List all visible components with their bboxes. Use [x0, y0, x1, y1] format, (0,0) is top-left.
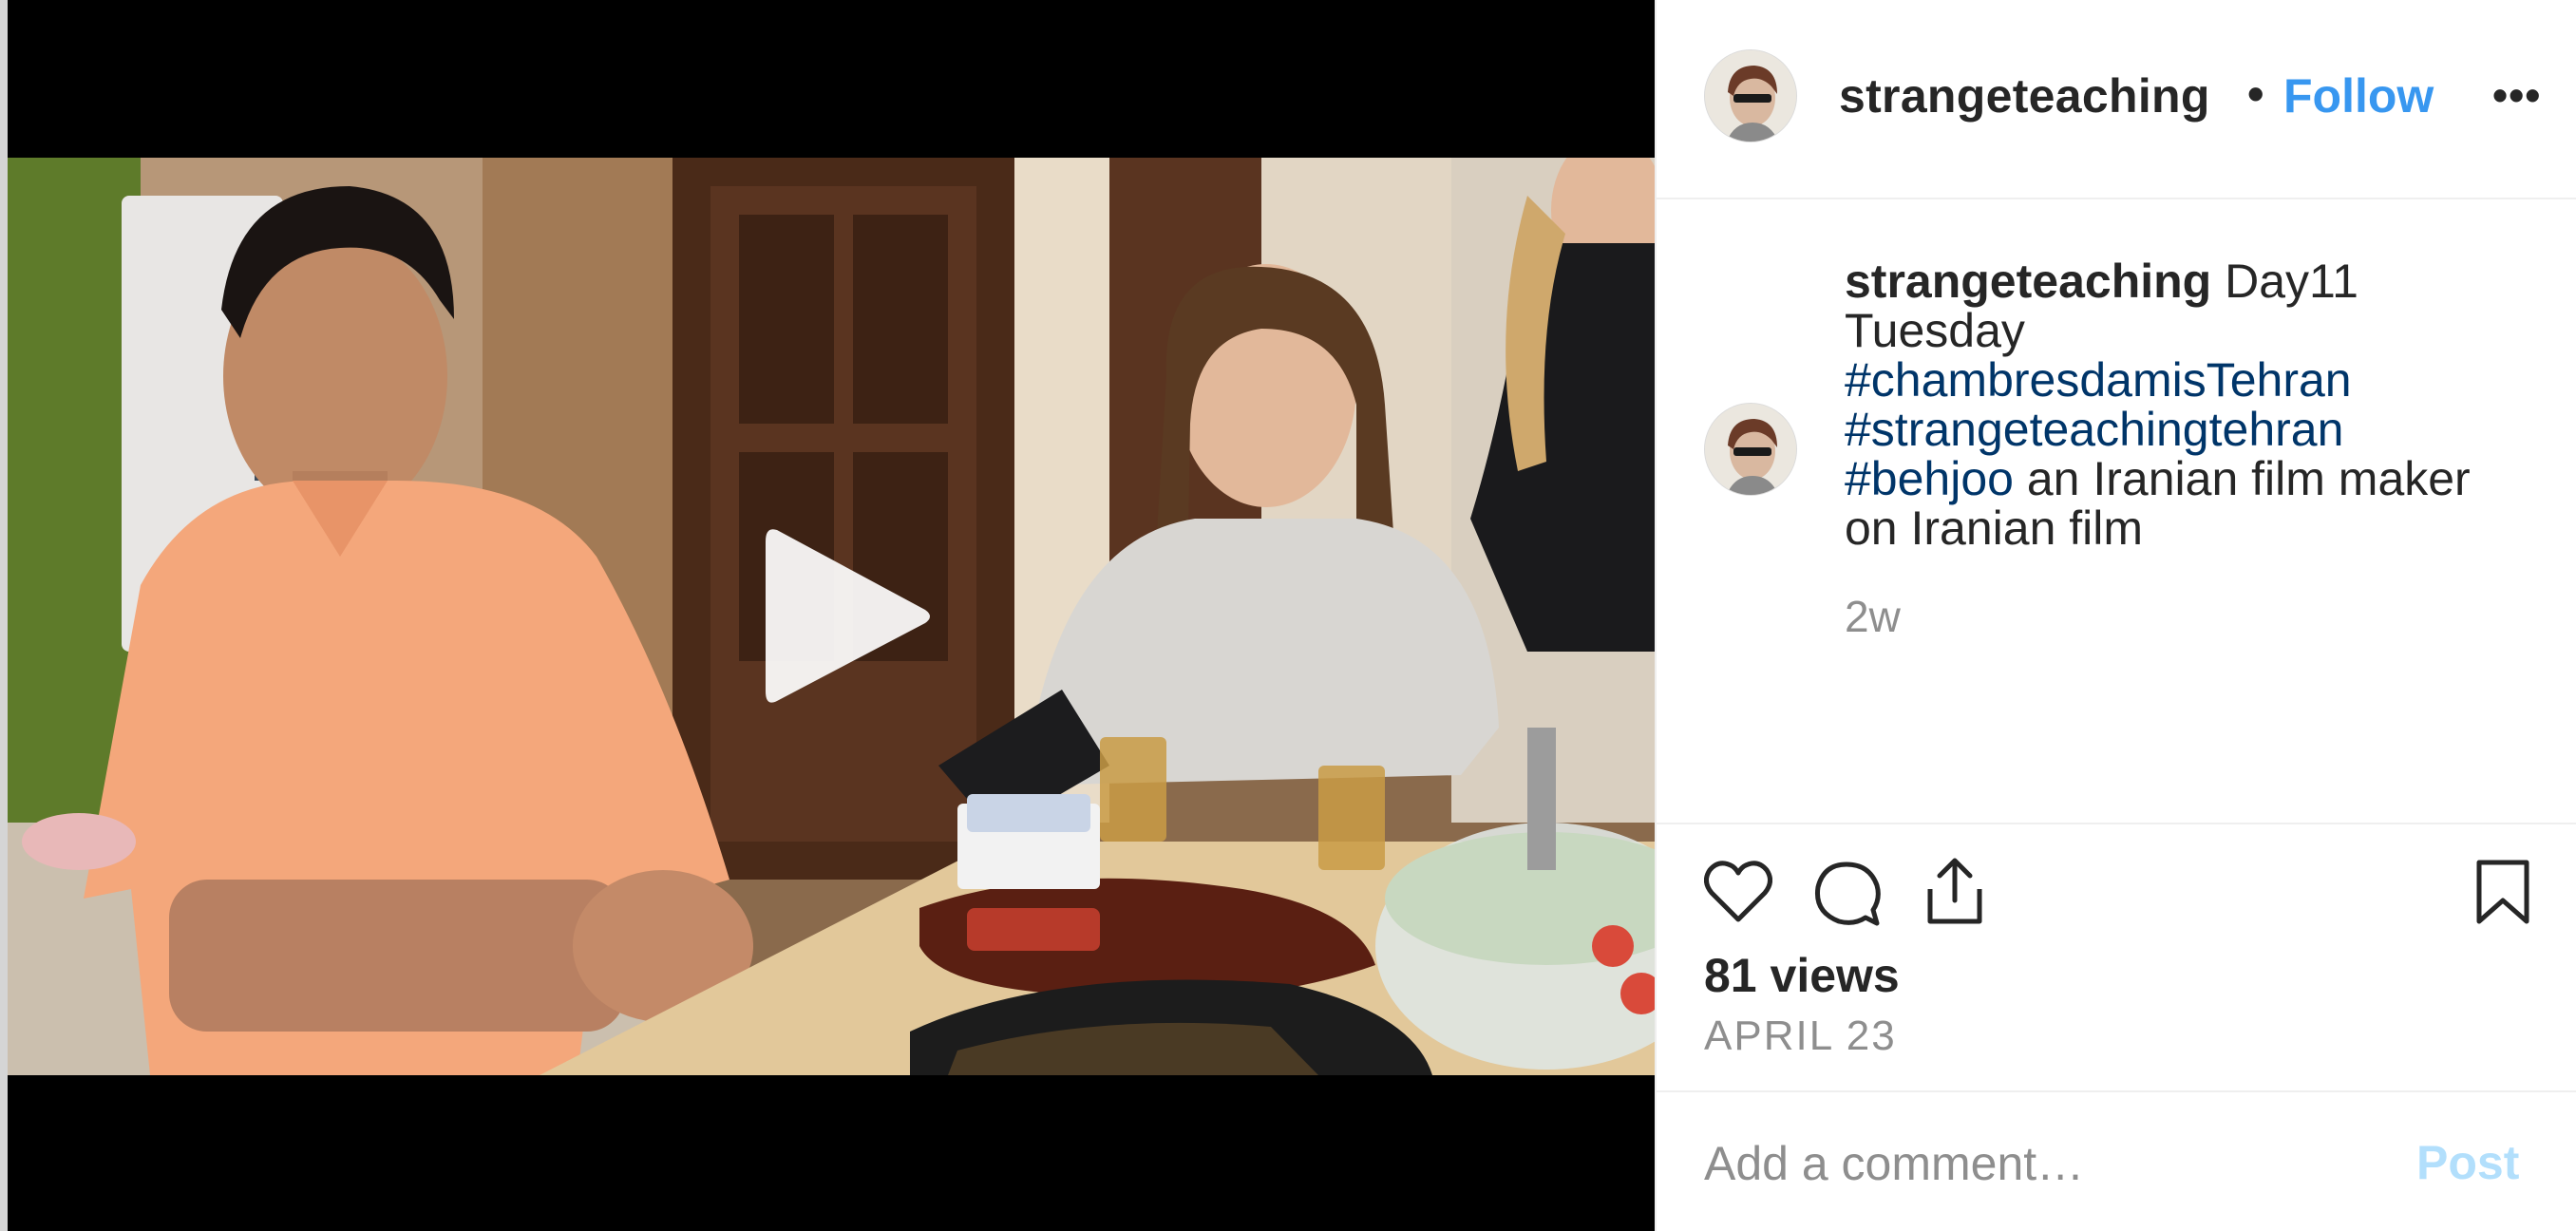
post-header: strangeteaching • Follow ••• — [1657, 0, 2576, 199]
video-player[interactable] — [8, 158, 1655, 1075]
comment-input[interactable] — [1704, 1130, 2388, 1197]
heart-icon[interactable] — [1704, 861, 1772, 928]
play-icon — [766, 529, 930, 703]
hashtag-link[interactable]: #behjoo — [1845, 452, 2014, 505]
post-author-username[interactable]: strangeteaching — [1839, 68, 2238, 125]
post-date: APRIL 23 — [1704, 1013, 1897, 1059]
hashtag-link[interactable]: #chambresdamisTehran — [1845, 353, 2352, 407]
hashtag-link[interactable]: #strangeteachingtehran — [1845, 403, 2343, 456]
post-actions: 81 views APRIL 23 — [1657, 823, 2576, 1092]
caption-username[interactable]: strangeteaching — [1845, 255, 2211, 308]
post-caption: strangeteaching Day11 Tuesday #chambresd… — [1845, 256, 2510, 553]
avatar-image — [1705, 404, 1796, 495]
post-comment-button[interactable]: Post — [2416, 1135, 2519, 1190]
caption-avatar[interactable] — [1704, 403, 1797, 496]
post-timestamp[interactable]: 2w — [1845, 591, 1901, 642]
more-options-icon[interactable]: ••• — [2492, 73, 2541, 117]
post-details-panel: strangeteaching • Follow ••• strangeteac… — [1655, 0, 2576, 1231]
view-count[interactable]: 81 views — [1704, 948, 1900, 1003]
play-button[interactable] — [758, 521, 935, 712]
header-separator: • — [2247, 67, 2264, 121]
comment-icon[interactable] — [1814, 861, 1881, 932]
post-media — [0, 0, 1655, 1231]
avatar[interactable] — [1704, 49, 1797, 142]
share-icon[interactable] — [1924, 857, 1985, 930]
window-edge — [0, 0, 8, 1231]
follow-button[interactable]: Follow — [2283, 68, 2434, 123]
avatar-image — [1705, 50, 1796, 142]
bookmark-icon[interactable] — [2475, 859, 2530, 930]
